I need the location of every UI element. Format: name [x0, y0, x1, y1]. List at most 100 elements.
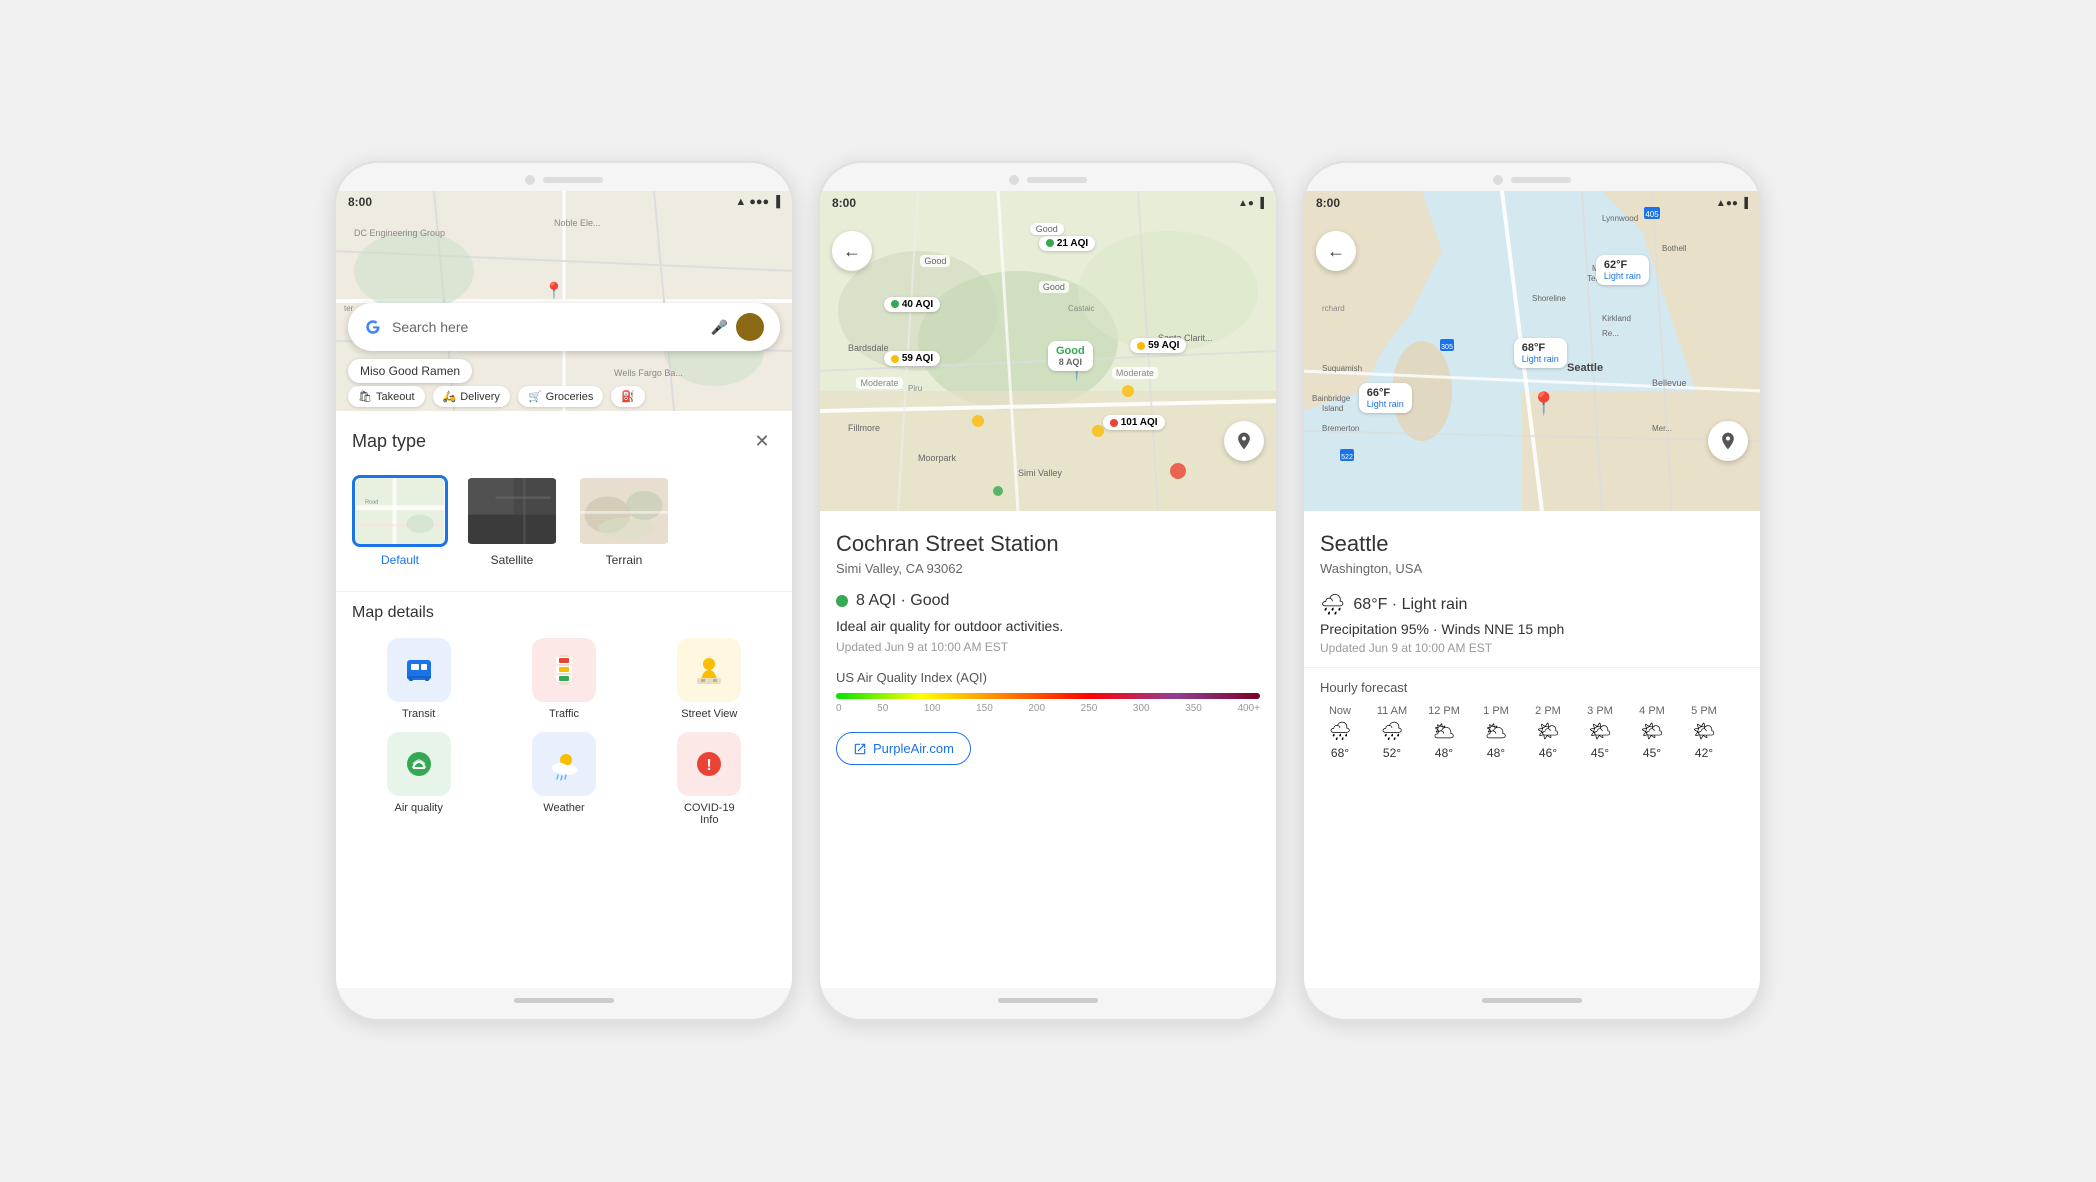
svg-text:📍: 📍 [544, 281, 564, 300]
divider-weather [1304, 667, 1760, 668]
svg-text:Lynnwood: Lynnwood [1602, 214, 1638, 223]
detail-transit[interactable]: Transit [352, 638, 485, 720]
svg-text:Shoreline: Shoreline [1532, 294, 1566, 303]
map-type-terrain[interactable]: Terrain [576, 475, 672, 567]
map-type-satellite[interactable]: Satellite [464, 475, 560, 567]
filter-chip-fuel[interactable]: ⛽ [611, 386, 645, 407]
hourly-time: 11 AM [1377, 705, 1407, 717]
search-placeholder: Search here [392, 319, 711, 335]
svg-text:Road: Road [365, 500, 378, 506]
station-title: Cochran Street Station [836, 531, 1260, 557]
location-button-2[interactable] [1224, 421, 1264, 461]
svg-text:📍: 📍 [1530, 391, 1557, 416]
signal-icon-2: ▲● [1238, 198, 1254, 209]
location-icon-3 [1718, 431, 1738, 451]
purpleair-label: PurpleAir.com [873, 741, 954, 756]
user-avatar[interactable] [736, 313, 764, 341]
map-status-bar-2: 8:00 ▲● ▐ [820, 191, 1276, 215]
map-header-1: DC Engineering Group Noble Ele... ter We… [336, 191, 792, 411]
weather-info-panel: Seattle Washington, USA 🌧 68°F · Light r… [1304, 511, 1760, 988]
status-time-3: 8:00 [1316, 196, 1340, 210]
terrain-map-svg [579, 478, 669, 544]
signal-icon: ●●● [749, 196, 769, 208]
phone-screen-2: Bardsdale Fillmore Moorpark Simi Valley … [820, 191, 1276, 988]
hourly-time: 5 PM [1691, 705, 1717, 717]
status-icons-2: ▲● ▐ [1238, 198, 1264, 209]
external-link-icon [853, 742, 867, 756]
terrain-label: Terrain [606, 553, 643, 567]
close-button[interactable]: ✕ [748, 427, 776, 455]
map-type-grid: Road Default [352, 475, 776, 567]
back-button-3[interactable]: ← [1316, 231, 1356, 271]
map-type-default[interactable]: Road Default [352, 475, 448, 567]
battery-icon: ▐ [772, 196, 780, 208]
hourly-forecast-list: Now 🌧 68° 11 AM 🌧 52° 12 PM 🌥 48° 1 PM 🌥… [1320, 705, 1744, 764]
hourly-item: 4 PM 🌤 45° [1632, 705, 1672, 760]
speaker-3 [1511, 177, 1571, 183]
detail-streetview[interactable]: Street View [643, 638, 776, 720]
airquality-icon [399, 744, 439, 784]
filter-chips: 🛍 Takeout 🛵 Delivery 🛒 Groceries ⛽ [336, 386, 792, 407]
hourly-item: 12 PM 🌥 48° [1424, 705, 1464, 760]
home-bar-1 [514, 998, 614, 1003]
detail-weather[interactable]: Weather [497, 732, 630, 826]
satellite-label: Satellite [491, 553, 534, 567]
filter-chip-delivery[interactable]: 🛵 Delivery [433, 386, 510, 407]
hourly-time: Now [1329, 705, 1351, 717]
hourly-temp: 45° [1643, 746, 1661, 760]
svg-text:DC Engineering Group: DC Engineering Group [354, 228, 445, 238]
hourly-time: 4 PM [1639, 705, 1665, 717]
aqi-bubble-3: 59 AQI [884, 351, 940, 366]
filter-chip-groceries[interactable]: 🛒 Groceries [518, 386, 603, 407]
map-type-sheet: Map type ✕ Road [336, 411, 792, 988]
purpleair-link[interactable]: PurpleAir.com [836, 732, 971, 765]
aqi-green-dot [836, 595, 848, 607]
good-map-label-2: Good [920, 255, 950, 267]
city-title: Seattle [1320, 531, 1744, 557]
weather-badge: 🌧 68°F · Light rain [1320, 592, 1744, 617]
back-button-2[interactable]: ← [832, 231, 872, 271]
station-subtitle: Simi Valley, CA 93062 [836, 561, 1260, 576]
svg-text:!: ! [707, 757, 712, 774]
phone-1: DC Engineering Group Noble Ele... ter We… [334, 161, 794, 1021]
hourly-forecast-title: Hourly forecast [1320, 680, 1744, 695]
phone-2: Bardsdale Fillmore Moorpark Simi Valley … [818, 161, 1278, 1021]
svg-text:Bremerton: Bremerton [1322, 424, 1359, 433]
good-label-top: Good [1030, 223, 1064, 235]
svg-text:Suquamish: Suquamish [1322, 364, 1362, 373]
traffic-icon-box [532, 638, 596, 702]
battery-icon-2: ▐ [1257, 198, 1264, 209]
hourly-time: 1 PM [1483, 705, 1509, 717]
phone-bottom-1 [336, 988, 792, 1019]
good-map-label: Good [1039, 281, 1069, 293]
satellite-thumb [464, 475, 560, 547]
weather-temp-text: 68°F · Light rain [1353, 596, 1467, 614]
svg-text:Bainbridge: Bainbridge [1312, 394, 1351, 403]
filter-chip-takeout[interactable]: 🛍 Takeout [348, 386, 425, 407]
svg-text:rchard: rchard [1322, 304, 1345, 313]
transit-icon [399, 650, 439, 690]
phones-container: DC Engineering Group Noble Ele... ter We… [334, 161, 1762, 1021]
default-map-svg: Road [355, 478, 445, 544]
svg-text:Bothell: Bothell [1662, 244, 1687, 253]
hourly-item: 1 PM 🌥 48° [1476, 705, 1516, 760]
weather-icon [544, 744, 584, 784]
place-chip[interactable]: Miso Good Ramen [348, 359, 472, 383]
hourly-temp: 48° [1487, 746, 1505, 760]
transit-icon-box [387, 638, 451, 702]
weather-map: Lynnwood Bothell Mountlake Terrace Kirkl… [1304, 191, 1760, 511]
aqi-dot-5 [1110, 419, 1118, 427]
detail-traffic[interactable]: Traffic [497, 638, 630, 720]
aqi-index-title: US Air Quality Index (AQI) [836, 670, 1260, 685]
detail-covid[interactable]: ! COVID-19 Info [643, 732, 776, 826]
detail-airquality[interactable]: Air quality [352, 732, 485, 826]
svg-text:Wells Fargo Ba...: Wells Fargo Ba... [614, 368, 683, 378]
search-bar[interactable]: Search here 🎤 [348, 303, 780, 351]
mic-icon[interactable]: 🎤 [711, 319, 728, 336]
aqi-scale: 0 50 100 150 200 250 300 350 400+ [836, 703, 1260, 714]
location-button-3[interactable] [1708, 421, 1748, 461]
speaker-2 [1027, 177, 1087, 183]
aqi-info-panel: Cochran Street Station Simi Valley, CA 9… [820, 511, 1276, 988]
streetview-label: Street View [681, 708, 737, 720]
signal-icon-3: ▲●● [1716, 198, 1738, 209]
